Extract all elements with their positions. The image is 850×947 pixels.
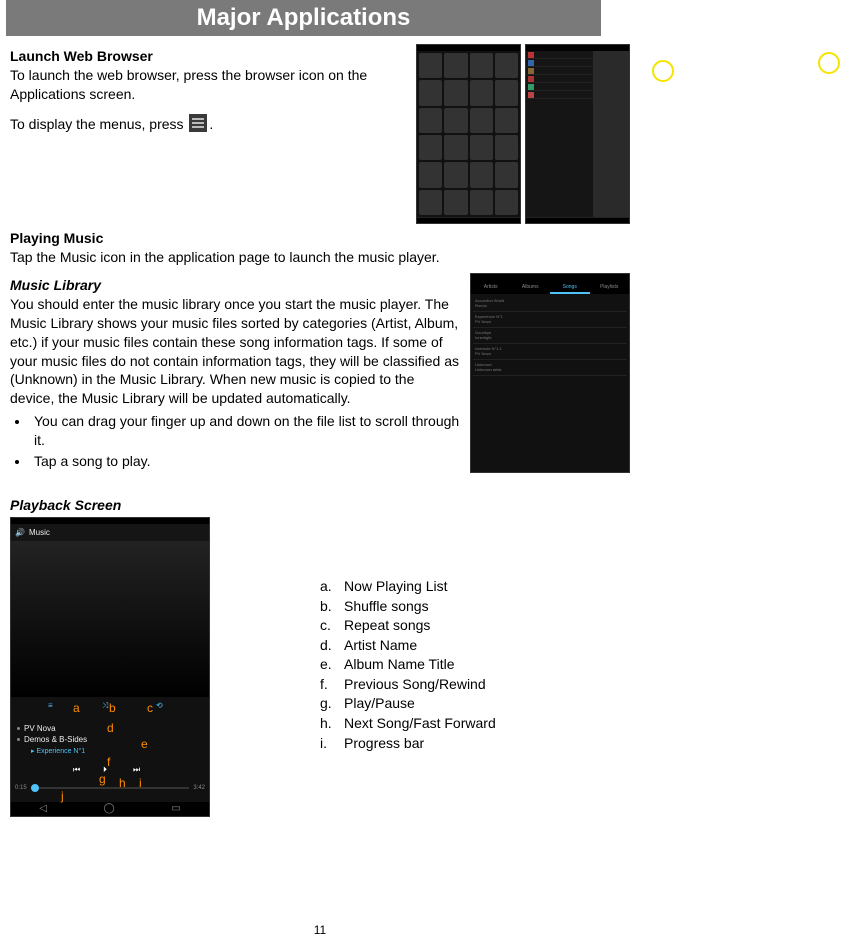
- subtitle-playback-screen: Playback Screen: [10, 497, 630, 513]
- legend-desc: Next Song/Fast Forward: [344, 714, 496, 734]
- section-title-browser: Launch Web Browser: [10, 48, 406, 64]
- track-title: ▸ Experience N°1: [31, 747, 203, 757]
- music-p1: Tap the Music icon in the application pa…: [10, 248, 630, 267]
- legend-letter: d.: [320, 636, 336, 656]
- legend-desc: Shuffle songs: [344, 597, 429, 617]
- decor-circle-icon: [652, 60, 674, 82]
- browser-p1: To launch the web browser, press the bro…: [10, 66, 406, 104]
- legend-letter: b.: [320, 597, 336, 617]
- album-art: [11, 542, 209, 697]
- legend-desc: Repeat songs: [344, 616, 430, 636]
- legend-letter: i.: [320, 734, 336, 754]
- legend-letter: g.: [320, 694, 336, 714]
- previous-icon: ⏮: [73, 765, 87, 779]
- legend-desc: Progress bar: [344, 734, 424, 754]
- browser-p2: To display the menus, press .: [10, 114, 406, 134]
- library-bullets: You can drag your finger up and down on …: [30, 412, 460, 471]
- now-playing-list-icon: ≡: [48, 701, 64, 717]
- recents-icon: ▭: [171, 803, 180, 814]
- music-app-label: Music: [29, 528, 50, 537]
- subtitle-music-library: Music Library: [10, 277, 460, 293]
- play-pause-icon: ⏵: [103, 765, 117, 779]
- legend-desc: Now Playing List: [344, 577, 448, 597]
- phone-screenshot-apps: [416, 44, 521, 224]
- android-navbar: ◁ ◯ ▭: [11, 802, 209, 816]
- legend-letter: f.: [320, 675, 336, 695]
- legend-desc: Artist Name: [344, 636, 417, 656]
- next-icon: ⏭: [133, 765, 147, 779]
- section-title-music: Playing Music: [10, 230, 630, 246]
- back-icon: ◁: [39, 803, 47, 814]
- phone-screenshot-browser-menu: [525, 44, 630, 224]
- library-bullet-2: Tap a song to play.: [30, 452, 460, 471]
- home-icon: ◯: [104, 803, 115, 814]
- repeat-icon: ⟲: [156, 701, 172, 717]
- artist-name: PV Nova: [24, 723, 56, 734]
- legend-letter: a.: [320, 577, 336, 597]
- library-p1: You should enter the music library once …: [10, 295, 460, 408]
- page-number: 11: [0, 923, 640, 937]
- legend-desc: Album Name Title: [344, 655, 454, 675]
- volume-icon: 🔊: [15, 528, 25, 537]
- shuffle-icon: ⤨: [102, 701, 118, 717]
- phone-screenshot-playback: 🔊 Music ≡ ⤨ ⟲ PV Nova Demos & B-Sides ▸ …: [10, 517, 210, 817]
- decor-circle-icon: [818, 52, 840, 74]
- legend-desc: Play/Pause: [344, 694, 415, 714]
- legend-letter: h.: [320, 714, 336, 734]
- progress-bar: 0:15 3:42: [11, 783, 209, 793]
- legend-letter: c.: [320, 616, 336, 636]
- page-header: Major Applications: [6, 0, 601, 36]
- legend-desc: Previous Song/Rewind: [344, 675, 486, 695]
- playback-legend: a. Now Playing List b. Shuffle songs c. Rep…: [300, 577, 496, 817]
- menu-icon: [189, 114, 207, 132]
- phone-screenshot-music-library: Artists Albums Songs Playlists Accordion…: [470, 273, 630, 473]
- legend-letter: e.: [320, 655, 336, 675]
- album-name: Demos & B-Sides: [24, 734, 87, 745]
- browser-screenshot-pair: [416, 44, 630, 224]
- time-current: 0:15: [15, 785, 27, 791]
- time-total: 3:42: [193, 785, 205, 791]
- library-bullet-1: You can drag your finger up and down on …: [30, 412, 460, 450]
